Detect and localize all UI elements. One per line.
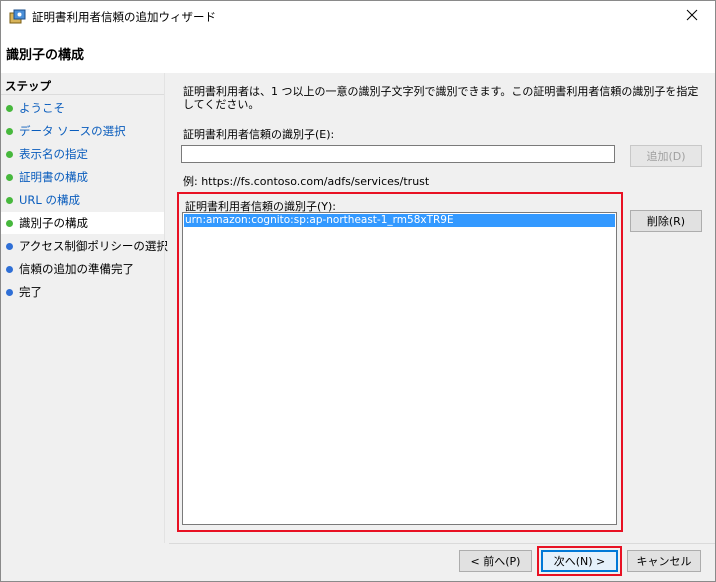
step-status-pending-icon	[6, 265, 13, 273]
step-configure-url[interactable]: URL の構成	[1, 189, 164, 211]
identifier-input-label: 証明書利用者信頼の識別子(E):	[183, 128, 335, 141]
step-label: 識別子の構成	[19, 216, 88, 230]
step-status-completed-icon	[6, 127, 13, 135]
step-label: URL の構成	[19, 193, 80, 207]
step-status-completed-icon	[6, 173, 13, 181]
wizard-body: ステップ ようこそ データ ソースの選択 表示名の指定 証明書の構成 URL の…	[1, 73, 715, 581]
footer-divider	[169, 543, 715, 544]
step-label: データ ソースの選択	[19, 124, 126, 138]
step-specify-display-name[interactable]: 表示名の指定	[1, 143, 164, 165]
page-title: 識別子の構成	[6, 48, 85, 63]
identifiers-listbox[interactable]: urn:amazon:cognito:sp:ap-northeast-1_rm5…	[182, 212, 617, 525]
step-label: ようこそ	[19, 101, 65, 115]
step-select-data-source[interactable]: データ ソースの選択	[1, 120, 164, 142]
step-finish: 完了	[1, 281, 164, 303]
page-header: 識別子の構成	[1, 32, 715, 72]
step-status-completed-icon	[6, 104, 13, 112]
step-status-completed-icon	[6, 150, 13, 158]
page-description: 証明書利用者は、1 つ以上の一意の識別子文字列で識別できます。この証明書利用者信…	[183, 85, 699, 111]
step-access-control-policy: アクセス制御ポリシーの選択	[1, 235, 168, 257]
step-label: 信頼の追加の準備完了	[19, 262, 134, 276]
identifiers-list-highlight: 証明書利用者信頼の識別子(Y): urn:amazon:cognito:sp:a…	[177, 192, 623, 532]
list-item[interactable]: urn:amazon:cognito:sp:ap-northeast-1_rm5…	[184, 214, 615, 227]
identifier-input[interactable]	[181, 145, 615, 163]
remove-button[interactable]: 削除(R)	[630, 210, 702, 232]
step-status-pending-icon	[6, 242, 13, 250]
step-configure-certificate[interactable]: 証明書の構成	[1, 166, 164, 188]
steps-divider-vertical	[164, 73, 165, 543]
close-icon	[686, 9, 698, 24]
wizard-app-icon	[9, 8, 26, 25]
wizard-window: 証明書利用者信頼の追加ウィザード 識別子の構成 ステップ ようこそ データ ソー…	[0, 0, 716, 582]
steps-divider	[1, 94, 164, 95]
step-ready-to-add: 信頼の追加の準備完了	[1, 258, 164, 280]
step-configure-identifiers: 識別子の構成	[1, 212, 164, 234]
title-bar: 証明書利用者信頼の追加ウィザード	[1, 1, 715, 32]
back-button[interactable]: < 前へ(P)	[459, 550, 532, 572]
step-label: 証明書の構成	[19, 170, 88, 184]
step-welcome[interactable]: ようこそ	[1, 97, 164, 119]
main-panel: 証明書利用者は、1 つ以上の一意の識別子文字列で識別できます。この証明書利用者信…	[169, 73, 715, 543]
step-label: 表示名の指定	[19, 147, 88, 161]
identifier-example: 例: https://fs.contoso.com/adfs/services/…	[183, 175, 430, 188]
window-title: 証明書利用者信頼の追加ウィザード	[32, 10, 216, 24]
step-label: アクセス制御ポリシーの選択	[19, 239, 168, 253]
step-status-current-icon	[6, 219, 13, 227]
step-status-pending-icon	[6, 288, 13, 296]
steps-panel: ステップ ようこそ データ ソースの選択 表示名の指定 証明書の構成 URL の…	[1, 73, 168, 543]
add-button[interactable]: 追加(D)	[630, 145, 702, 167]
step-label: 完了	[19, 285, 42, 299]
steps-heading: ステップ	[5, 79, 51, 93]
step-status-completed-icon	[6, 196, 13, 204]
cancel-button[interactable]: キャンセル	[627, 550, 701, 572]
next-button[interactable]: 次へ(N) >	[541, 550, 618, 572]
close-button[interactable]	[669, 1, 715, 32]
